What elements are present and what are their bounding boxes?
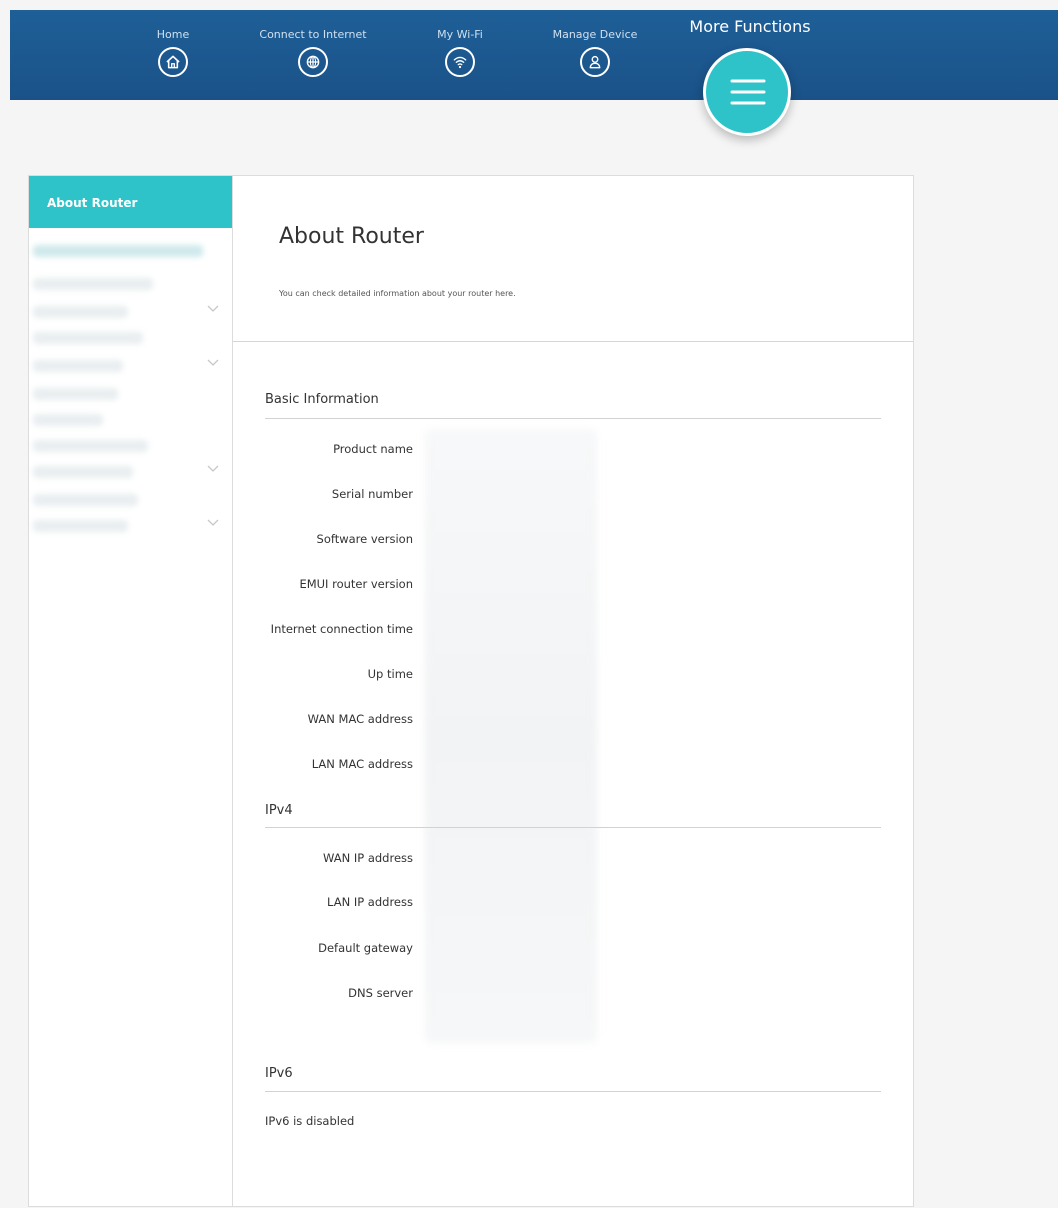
nav-manage-label: Manage Device — [552, 28, 638, 41]
sidebar-item-blurred[interactable] — [33, 360, 123, 372]
ipv6-status-text: IPv6 is disabled — [265, 1114, 355, 1128]
home-icon — [158, 47, 188, 77]
nav-more-functions[interactable]: More Functions — [665, 10, 835, 36]
section-title-ipv6: IPv6 — [265, 1066, 293, 1081]
section-divider — [265, 827, 881, 828]
sidebar-blurred-menu — [29, 228, 233, 1208]
menu-icon — [730, 79, 766, 105]
sidebar-item-blurred[interactable] — [33, 494, 138, 506]
label-lan-mac: LAN MAC address — [311, 757, 413, 771]
label-wan-mac: WAN MAC address — [307, 712, 413, 726]
sidebar-item-blurred[interactable] — [33, 245, 203, 257]
header-divider — [233, 341, 913, 342]
nav-connect-label: Connect to Internet — [259, 28, 367, 41]
section-divider — [265, 1091, 881, 1092]
wifi-icon — [445, 47, 475, 77]
label-lan-ip: LAN IP address — [327, 895, 413, 909]
nav-connect-to-internet[interactable]: Connect to Internet — [250, 10, 376, 77]
main-panel: About Router You can check detailed info… — [232, 175, 914, 1207]
label-wan-ip: WAN IP address — [322, 851, 413, 865]
label-product-name: Product name — [333, 442, 413, 456]
label-emui-version: EMUI router version — [299, 577, 413, 591]
section-title-basic: Basic Information — [265, 392, 379, 407]
chevron-down-icon[interactable] — [207, 359, 219, 367]
nav-home-label: Home — [156, 28, 190, 41]
sidebar-item-blurred[interactable] — [33, 306, 128, 318]
page-description: You can check detailed information about… — [279, 289, 516, 298]
sidebar-item-blurred[interactable] — [33, 388, 118, 400]
page-title: About Router — [279, 224, 424, 249]
sidebar: About Router — [28, 175, 233, 1207]
blurred-values — [425, 429, 597, 1043]
sidebar-item-about-router[interactable]: About Router — [29, 176, 233, 228]
nav-manage-device[interactable]: Manage Device — [542, 10, 648, 77]
label-software-version: Software version — [316, 532, 413, 546]
label-internet-connection-time: Internet connection time — [270, 622, 413, 636]
more-functions-button[interactable] — [703, 48, 791, 136]
sidebar-item-blurred[interactable] — [33, 332, 143, 344]
section-divider — [265, 418, 881, 419]
top-navigation-bar: Home Connect to Internet My Wi-Fi Manage… — [10, 10, 1058, 100]
nav-my-wifi[interactable]: My Wi-Fi — [425, 10, 495, 77]
sidebar-item-blurred[interactable] — [33, 520, 128, 532]
chevron-down-icon[interactable] — [207, 465, 219, 473]
section-title-ipv4: IPv4 — [265, 803, 293, 818]
sidebar-item-blurred[interactable] — [33, 414, 103, 426]
globe-icon — [298, 47, 328, 77]
sidebar-item-blurred[interactable] — [33, 466, 133, 478]
nav-wifi-label: My Wi-Fi — [437, 28, 483, 41]
nav-home[interactable]: Home — [148, 10, 198, 77]
user-icon — [580, 47, 610, 77]
label-default-gateway: Default gateway — [318, 941, 413, 955]
sidebar-item-blurred[interactable] — [33, 278, 153, 290]
sidebar-item-blurred[interactable] — [33, 440, 148, 452]
chevron-down-icon[interactable] — [207, 305, 219, 313]
nav-more-label: More Functions — [689, 17, 811, 36]
label-up-time: Up time — [367, 667, 413, 681]
label-serial-number: Serial number — [331, 487, 413, 501]
chevron-down-icon[interactable] — [207, 519, 219, 527]
label-dns-server: DNS server — [348, 986, 413, 1000]
